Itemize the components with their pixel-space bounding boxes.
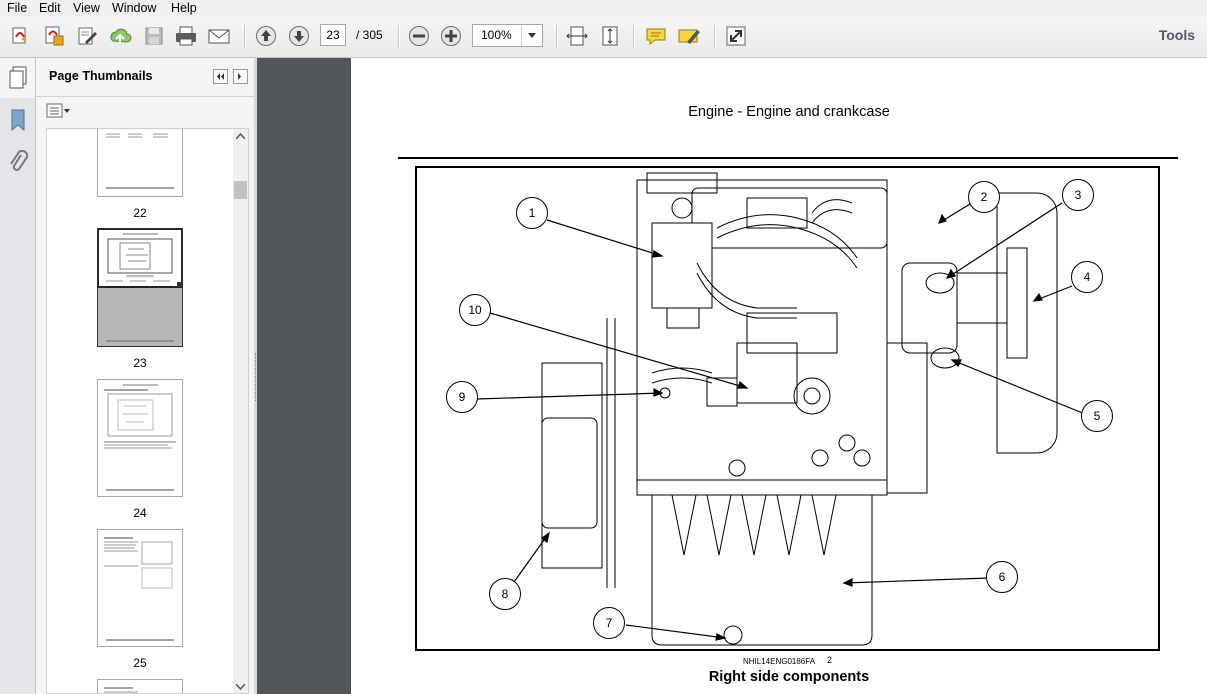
callout-10: 10 <box>459 294 491 326</box>
highlight-icon[interactable] <box>676 23 702 49</box>
callout-1: 1 <box>516 197 548 229</box>
next-page-icon[interactable] <box>286 23 312 49</box>
page-preview <box>106 133 174 189</box>
bookmark-icon[interactable] <box>8 108 28 134</box>
separator <box>633 25 635 49</box>
thumbnail-page-26[interactable] <box>97 679 183 693</box>
page-preview <box>97 228 183 346</box>
thumbnail-page-24[interactable] <box>97 379 183 497</box>
page-thumbnails-tab[interactable] <box>0 58 35 98</box>
separator <box>556 25 558 49</box>
options-menu-button[interactable] <box>46 102 72 120</box>
toolbar <box>0 17 1207 58</box>
callout-4: 4 <box>1071 261 1103 293</box>
attachment-icon[interactable] <box>8 150 28 176</box>
menu-file[interactable]: File <box>6 0 28 17</box>
scroll-up-icon[interactable] <box>236 133 245 139</box>
save-icon[interactable] <box>141 23 167 49</box>
callout-8: 8 <box>489 578 521 610</box>
menu-help[interactable]: Help <box>170 0 198 17</box>
scroll-down-icon[interactable] <box>236 684 245 690</box>
figure-index: 2 <box>827 655 833 665</box>
menu-window[interactable]: Window <box>111 0 157 17</box>
header-rule <box>398 157 1178 159</box>
create-pdf-icon[interactable] <box>8 23 34 49</box>
zoom-select[interactable]: 100% <box>472 24 543 47</box>
thumbnails-panel: Page Thumbnails 22 23 24 25 <box>36 58 254 694</box>
menu-edit[interactable]: Edit <box>38 0 62 17</box>
options-icon <box>46 103 70 118</box>
engine-figure: 1 2 3 4 5 6 7 8 9 10 <box>415 166 1160 651</box>
page-number-input[interactable] <box>320 24 346 46</box>
pdf-page: Engine - Engine and crankcase 1 2 3 4 5 … <box>351 58 1207 694</box>
menu-bar: File Edit View Window Help <box>0 0 1207 17</box>
callout-2: 2 <box>968 181 1000 213</box>
thumbnail-label-25: 25 <box>133 656 147 670</box>
menu-view[interactable]: View <box>72 0 101 17</box>
zoom-value: 100% <box>481 28 512 42</box>
zoom-in-icon[interactable] <box>438 23 464 49</box>
scroll-thumb[interactable] <box>234 181 247 199</box>
collapse-panel-icon[interactable] <box>213 69 228 84</box>
fullscreen-icon[interactable] <box>723 23 749 49</box>
pages-icon <box>9 66 27 89</box>
callout-7: 7 <box>593 607 625 639</box>
thumbnail-label-22: 22 <box>133 206 147 220</box>
tools-button[interactable]: Tools <box>1159 27 1195 43</box>
thumbnail-label-24: 24 <box>133 506 147 520</box>
thumbnail-page-22[interactable] <box>97 129 183 197</box>
panel-header: Page Thumbnails <box>36 58 254 97</box>
page-preview <box>104 384 176 491</box>
page-preview <box>104 537 174 641</box>
page-preview <box>104 687 138 693</box>
callout-9: 9 <box>446 381 478 413</box>
figure-code: NHIL14ENG0186FA <box>743 657 816 666</box>
expand-panel-icon[interactable] <box>233 69 248 84</box>
fit-width-icon[interactable] <box>564 23 590 49</box>
panel-title: Page Thumbnails <box>49 69 153 83</box>
page-total: / 305 <box>356 28 383 42</box>
fit-page-icon[interactable] <box>597 23 623 49</box>
callout-6: 6 <box>986 561 1018 593</box>
print-icon[interactable] <box>173 23 199 49</box>
callout-5: 5 <box>1081 400 1113 432</box>
navigation-strip <box>0 58 36 694</box>
prev-page-icon[interactable] <box>253 23 279 49</box>
thumbnail-page-23[interactable] <box>97 228 183 347</box>
thumbnail-label-23: 23 <box>133 356 147 370</box>
separator <box>714 25 716 49</box>
thumbnail-scrollbar[interactable] <box>233 129 248 693</box>
separator <box>244 25 246 49</box>
zoom-out-icon[interactable] <box>406 23 432 49</box>
page-header: Engine - Engine and crankcase <box>688 104 890 120</box>
chevron-down-icon[interactable] <box>521 25 542 46</box>
upload-icon[interactable] <box>107 23 133 49</box>
separator <box>398 25 400 49</box>
convert-icon[interactable] <box>41 23 67 49</box>
email-icon[interactable] <box>206 23 232 49</box>
edit-icon[interactable] <box>74 23 100 49</box>
thumbnail-list: 22 23 24 25 <box>46 128 249 694</box>
thumbnail-page-25[interactable] <box>97 529 183 647</box>
comment-icon[interactable] <box>643 23 669 49</box>
callout-3: 3 <box>1062 179 1094 211</box>
callout-leaders <box>476 202 1086 641</box>
figure-caption: Right side components <box>708 669 870 685</box>
